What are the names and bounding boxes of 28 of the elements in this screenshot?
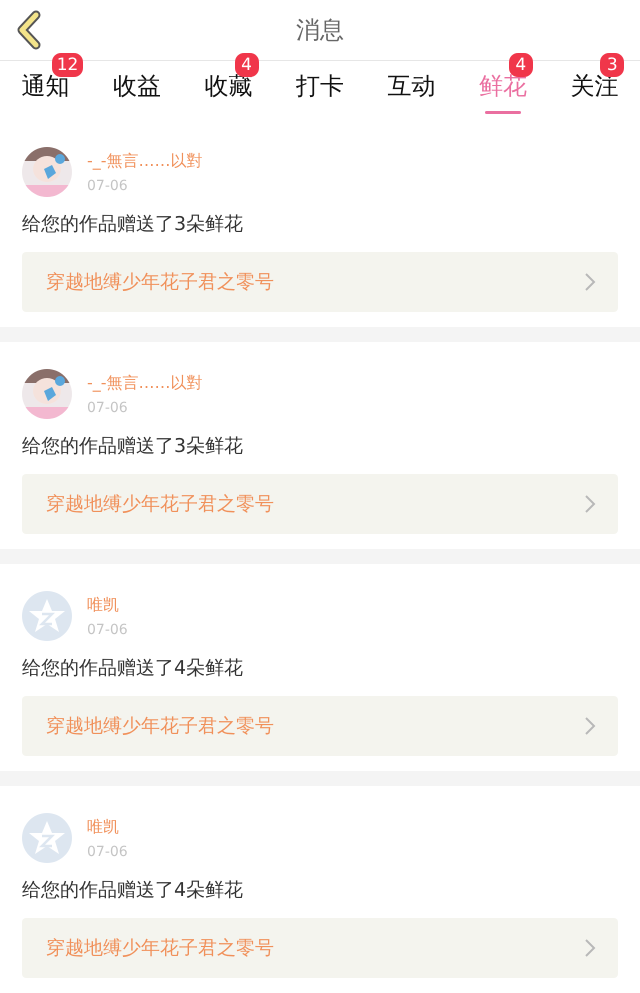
default-avatar-icon — [22, 591, 72, 641]
message-text: 给您的作品赠送了3朵鲜花 — [22, 212, 244, 237]
chevron-right-icon — [584, 272, 596, 292]
message-date: 07-06 — [87, 178, 129, 194]
message-text: 给您的作品赠送了3朵鲜花 — [22, 434, 244, 459]
user-name[interactable]: -_-無言……以對 — [87, 372, 203, 394]
user-name[interactable]: 唯凯 — [87, 594, 128, 616]
chevron-right-icon — [584, 716, 596, 736]
default-avatar-icon — [22, 813, 72, 863]
message-date: 07-06 — [87, 844, 128, 860]
message-text: 给您的作品赠送了4朵鲜花 — [22, 656, 244, 681]
tab[interactable]: 互动 — [387, 61, 436, 120]
count-badge: 3 — [600, 53, 624, 77]
user-name[interactable]: 唯凯 — [87, 816, 128, 838]
chevron-right-icon — [584, 494, 596, 514]
message-text: 给您的作品赠送了4朵鲜花 — [22, 878, 244, 903]
message-date: 07-06 — [87, 622, 128, 638]
work-link[interactable]: 穿越地缚少年花子君之零号 — [22, 252, 618, 312]
page-title: 消息 — [296, 15, 344, 46]
tab[interactable]: 打卡 — [296, 61, 344, 120]
message-date: 07-06 — [87, 400, 129, 416]
work-link[interactable]: 穿越地缚少年花子君之零号 — [22, 918, 618, 978]
tab[interactable]: 收益 — [113, 61, 162, 120]
count-badge: 12 — [52, 53, 84, 77]
chevron-right-icon — [584, 938, 596, 958]
user-name[interactable]: -_-無言……以對 — [87, 150, 203, 172]
work-link[interactable]: 穿越地缚少年花子君之零号 — [22, 696, 618, 756]
work-link[interactable]: 穿越地缚少年花子君之零号 — [22, 474, 618, 534]
